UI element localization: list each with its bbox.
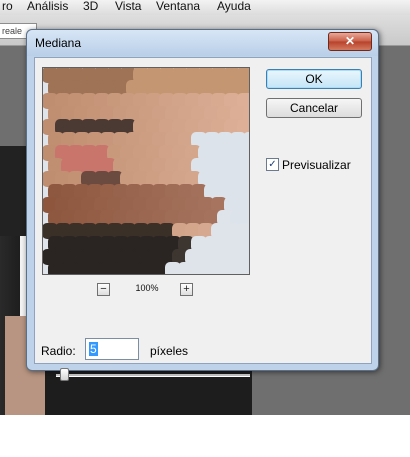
radius-slider-track[interactable] <box>56 374 250 377</box>
canvas-hair-region <box>0 146 28 236</box>
radius-label: Radio: <box>41 344 76 358</box>
zoom-level: 100% <box>135 283 159 293</box>
close-icon: ✕ <box>344 34 356 48</box>
preview-image <box>43 68 249 274</box>
preview-checkbox-label: Previsualizar <box>282 158 351 172</box>
dialog-title: Mediana <box>35 36 82 50</box>
status-area <box>0 415 410 457</box>
median-dialog: Mediana ✕ − 100% + OK Cancelar ✓ Previsu… <box>26 29 379 381</box>
dialog-titlebar[interactable]: Mediana ✕ <box>27 30 378 56</box>
minus-icon: − <box>100 283 107 295</box>
dialog-body: − 100% + OK Cancelar ✓ Previsualizar Rad… <box>34 57 372 381</box>
menu-item-analisis[interactable]: Análisis <box>27 0 68 13</box>
checkmark-icon: ✓ <box>268 159 277 170</box>
radius-slider-thumb[interactable] <box>59 368 69 381</box>
menu-item-ventana[interactable]: Ventana <box>156 0 200 13</box>
plus-icon: + <box>183 283 190 295</box>
radius-input[interactable]: 5 <box>85 338 139 360</box>
menu-bar: ro Análisis 3D Vista Ventana Ayuda <box>0 0 410 15</box>
cancel-button[interactable]: Cancelar <box>266 98 362 118</box>
menu-item-vista[interactable]: Vista <box>115 0 141 13</box>
close-button[interactable]: ✕ <box>328 32 372 51</box>
filter-preview[interactable] <box>42 67 250 275</box>
preview-checkbox[interactable]: ✓ <box>266 158 279 171</box>
ok-button[interactable]: OK <box>266 69 362 89</box>
menu-item-ayuda[interactable]: Ayuda <box>217 0 251 13</box>
menu-item-3d[interactable]: 3D <box>83 0 98 13</box>
zoom-in-button[interactable]: + <box>180 283 193 296</box>
menu-item-edicion[interactable]: ro <box>2 0 13 13</box>
radius-value: 5 <box>89 342 98 356</box>
zoom-out-button[interactable]: − <box>97 283 110 296</box>
radius-units: píxeles <box>150 344 189 358</box>
